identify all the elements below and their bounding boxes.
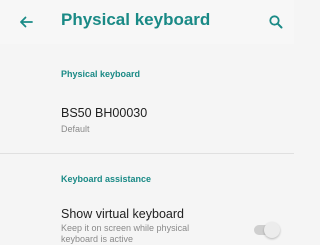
app-bar: Physical keyboard: [0, 0, 294, 44]
search-button[interactable]: [260, 6, 292, 38]
section-header-physical-keyboard: Physical keyboard: [61, 69, 141, 79]
search-icon: [269, 15, 283, 29]
section-header-keyboard-assistance: Keyboard assistance: [61, 174, 152, 184]
show-virtual-keyboard-summary-line1: Keep it on screen while physical: [61, 223, 190, 233]
show-virtual-keyboard-item[interactable]: Show virtual keyboard Keep it on screen …: [0, 200, 294, 245]
keyboard-device-title: BS50 BH00030: [61, 106, 148, 120]
section-divider: [0, 153, 294, 154]
toggle-thumb: [264, 222, 280, 238]
keyboard-device-item[interactable]: BS50 BH00030 Default: [0, 98, 294, 140]
arrow-back-icon: [20, 16, 33, 28]
page-title: Physical keyboard: [61, 10, 211, 29]
show-virtual-keyboard-toggle[interactable]: [252, 222, 280, 238]
keyboard-device-summary: Default: [61, 124, 90, 134]
show-virtual-keyboard-summary-line2: keyboard is active: [61, 234, 134, 244]
show-virtual-keyboard-title: Show virtual keyboard: [61, 207, 184, 221]
back-button[interactable]: [10, 6, 42, 38]
